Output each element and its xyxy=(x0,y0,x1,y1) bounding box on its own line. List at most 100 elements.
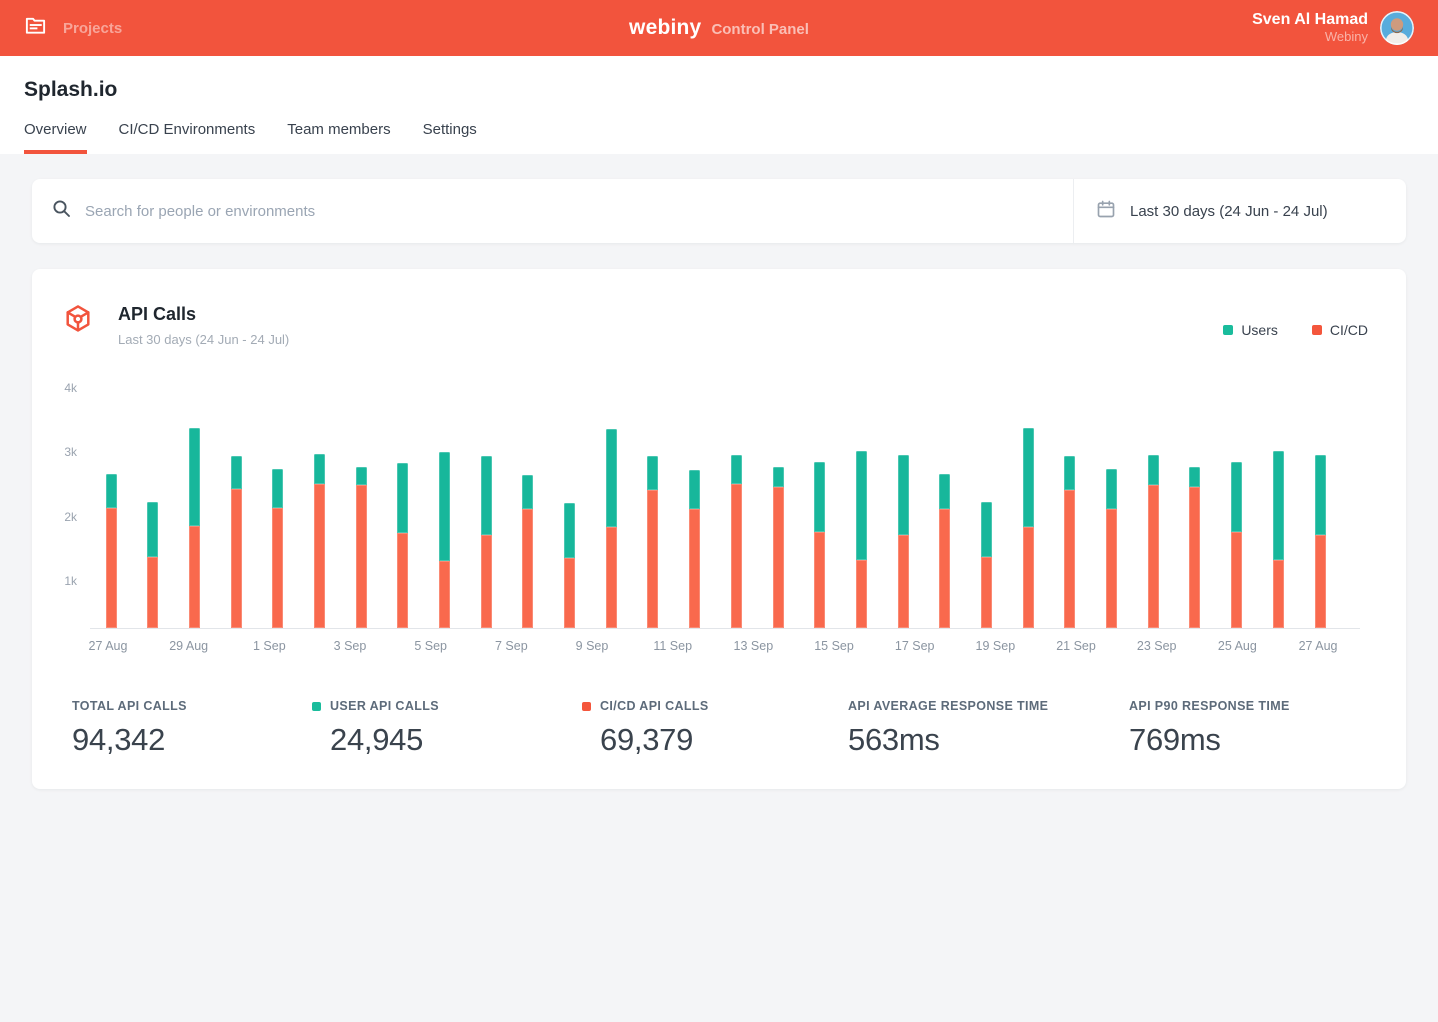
user-name: Sven Al Hamad xyxy=(1252,11,1368,29)
stat-total-api-calls: TOTAL API CALLS 94,342 xyxy=(72,699,187,758)
avatar[interactable] xyxy=(1380,11,1414,45)
bar-segment-users xyxy=(647,456,658,490)
bar-segment-cicd xyxy=(1064,490,1075,628)
bar-segment-users xyxy=(689,470,700,509)
tab-team-members[interactable]: Team members xyxy=(287,121,390,154)
projects-nav[interactable]: Projects xyxy=(24,14,122,42)
bar-segment-cicd xyxy=(689,509,700,628)
bar xyxy=(939,474,950,628)
calendar-icon xyxy=(1096,199,1116,224)
search-box xyxy=(32,179,1073,243)
bar-segment-users xyxy=(314,454,325,484)
bar-segment-cicd xyxy=(231,489,242,628)
toolbar: Last 30 days (24 Jun - 24 Jul) xyxy=(32,179,1406,243)
bar-segment-cicd xyxy=(147,557,158,628)
bar-segment-cicd xyxy=(856,560,867,628)
chart-legend: Users CI/CD xyxy=(1223,304,1368,347)
legend-item-cicd[interactable]: CI/CD xyxy=(1312,313,1368,347)
cicd-dot xyxy=(582,702,591,711)
bar xyxy=(1189,467,1200,628)
bar-segment-cicd xyxy=(1148,485,1159,628)
page-header: Splash.io Overview CI/CD Environments Te… xyxy=(0,56,1438,154)
y-axis-label: 4k xyxy=(43,381,77,395)
bar-segment-users xyxy=(356,467,367,485)
stat-cicd-api-calls: CI/CD API CALLS 69,379 xyxy=(582,699,709,758)
user-org: Webiny xyxy=(1252,30,1368,45)
bar-segment-cicd xyxy=(314,484,325,628)
bar-segment-cicd xyxy=(814,532,825,628)
search-input[interactable] xyxy=(85,203,1073,220)
chart-title: API Calls xyxy=(118,304,289,325)
bar xyxy=(522,475,533,628)
chart-plot: 1k2k3k4k27 Aug29 Aug1 Sep3 Sep5 Sep7 Sep… xyxy=(90,383,1360,629)
bar-segment-cicd xyxy=(1106,509,1117,628)
bar-segment-cicd xyxy=(272,508,283,628)
tab-settings[interactable]: Settings xyxy=(423,121,477,154)
x-axis-label: 23 Sep xyxy=(1117,639,1197,653)
x-axis-label: 5 Sep xyxy=(391,639,471,653)
bar-segment-cicd xyxy=(773,487,784,628)
bar-segment-users xyxy=(1231,462,1242,532)
bar-segment-cicd xyxy=(106,508,117,628)
webiny-logo: webiny xyxy=(629,16,701,40)
bar xyxy=(898,455,909,628)
bar xyxy=(981,502,992,628)
topbar: Projects webiny Control Panel Sven Al Ha… xyxy=(0,0,1438,56)
x-axis-label: 1 Sep xyxy=(229,639,309,653)
stat-user-api-calls: USER API CALLS 24,945 xyxy=(312,699,439,758)
bar-segment-users xyxy=(773,467,784,487)
bar-segment-cicd xyxy=(564,558,575,628)
bar-segment-cicd xyxy=(1023,527,1034,628)
brand: webiny Control Panel xyxy=(0,16,1438,40)
bar xyxy=(106,474,117,628)
bar-segment-users xyxy=(231,456,242,489)
x-axis-label: 11 Sep xyxy=(633,639,713,653)
x-axis-label: 21 Sep xyxy=(1036,639,1116,653)
x-axis-label: 15 Sep xyxy=(794,639,874,653)
tab-overview[interactable]: Overview xyxy=(24,121,87,154)
bar-segment-users xyxy=(731,455,742,484)
bar-segment-users xyxy=(147,502,158,557)
bar-segment-users xyxy=(1064,456,1075,490)
bar-segment-users xyxy=(564,503,575,558)
users-dot xyxy=(312,702,321,711)
bar xyxy=(564,503,575,628)
cicd-swatch xyxy=(1312,325,1322,335)
date-range-picker[interactable]: Last 30 days (24 Jun - 24 Jul) xyxy=(1073,179,1406,243)
bar-segment-users xyxy=(1273,451,1284,560)
bar-segment-cicd xyxy=(397,533,408,628)
bar xyxy=(356,467,367,628)
bar xyxy=(1315,455,1326,628)
date-range-label: Last 30 days (24 Jun - 24 Jul) xyxy=(1130,203,1328,220)
bar xyxy=(1231,462,1242,628)
bar-segment-cicd xyxy=(189,526,200,628)
bar xyxy=(1273,451,1284,628)
bar-segment-cicd xyxy=(1231,532,1242,628)
x-axis-label: 3 Sep xyxy=(310,639,390,653)
page-title: Splash.io xyxy=(24,78,1414,102)
projects-label: Projects xyxy=(63,20,122,37)
legend-item-users[interactable]: Users xyxy=(1223,313,1278,347)
bar-segment-cicd xyxy=(647,490,658,628)
bar-segment-users xyxy=(981,502,992,557)
bar-segment-cicd xyxy=(1273,560,1284,628)
bar xyxy=(439,452,450,628)
bar-segment-cicd xyxy=(898,535,909,628)
tab-cicd-environments[interactable]: CI/CD Environments xyxy=(119,121,256,154)
bar xyxy=(731,455,742,628)
bar-segment-cicd xyxy=(481,535,492,628)
bar-segment-cicd xyxy=(356,485,367,628)
bar xyxy=(647,456,658,628)
bar-segment-cicd xyxy=(439,561,450,628)
bar-segment-users xyxy=(106,474,117,508)
bar-segment-users xyxy=(272,469,283,508)
x-axis-label: 19 Sep xyxy=(955,639,1035,653)
api-calls-card: API Calls Last 30 days (24 Jun - 24 Jul)… xyxy=(32,269,1406,789)
content-area: Last 30 days (24 Jun - 24 Jul) API Calls… xyxy=(0,154,1438,1008)
bar-segment-users xyxy=(439,452,450,561)
user-menu[interactable]: Sven Al Hamad Webiny xyxy=(1252,11,1414,45)
y-axis-label: 3k xyxy=(43,445,77,459)
bar-segment-users xyxy=(189,428,200,526)
x-axis-label: 25 Aug xyxy=(1197,639,1277,653)
bar-segment-cicd xyxy=(939,509,950,628)
